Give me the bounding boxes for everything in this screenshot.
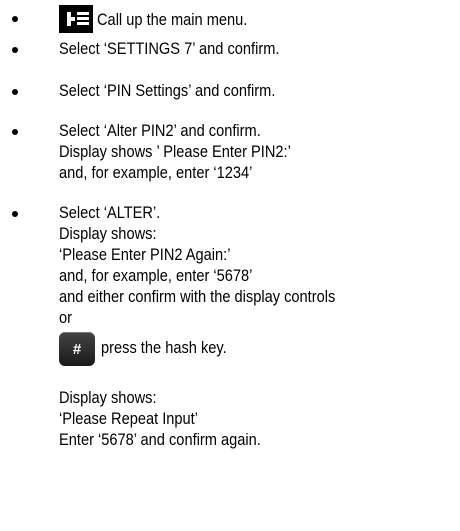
step-text: Select ‘SETTINGS 7’ and confirm. (59, 39, 280, 58)
step-text-line: Enter ‘5678’ and confirm again. (59, 430, 261, 449)
step-text-line: and, for example, enter ‘1234’ (59, 163, 253, 182)
menu-key-icon (59, 5, 93, 33)
step-text-line: Display shows: (59, 388, 157, 407)
instruction-document: Call up the main menu. Select ‘SETTINGS … (0, 0, 460, 531)
step-text-line: and, for example, enter ‘5678’ (59, 266, 253, 285)
step-text-line: Display shows ’ Please Enter PIN2:’ (59, 142, 291, 161)
bullet (12, 47, 18, 53)
bullet (12, 89, 18, 95)
step-text-line: Select ‘ALTER’. (59, 203, 161, 222)
step-text: Call up the main menu. (97, 10, 248, 29)
hash-key-text: press the hash key. (101, 338, 227, 357)
bullet (12, 211, 18, 217)
step-text-line: ‘Please Repeat Input’ (59, 409, 198, 428)
step-text-line: or (59, 308, 73, 327)
hash-key-icon: # (59, 332, 95, 366)
step-text-line: ‘Please Enter PIN2 Again:’ (59, 245, 231, 264)
hash-key-row: # press the hash key. (0, 332, 460, 368)
bullet (12, 16, 18, 22)
step-text-line: and either confirm with the display cont… (59, 287, 336, 306)
step-text-line: Select ‘Alter PIN2’ and confirm. (59, 121, 261, 140)
step-text-line: Display shows: (59, 224, 157, 243)
step-text: Select ‘PIN Settings’ and confirm. (59, 81, 276, 100)
bullet (12, 129, 18, 135)
